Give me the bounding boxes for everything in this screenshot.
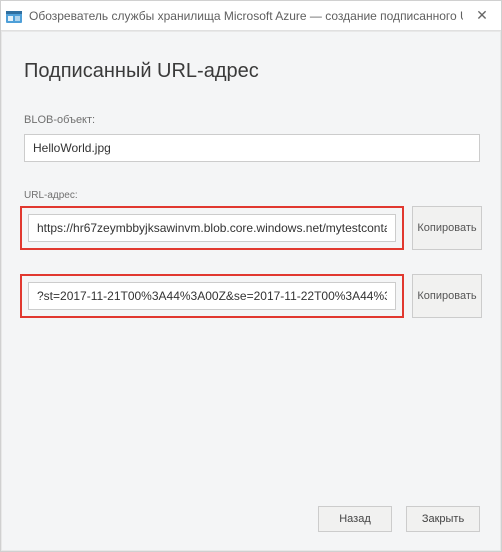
app-icon [5, 7, 23, 25]
blob-label: BLOB-объект: [24, 114, 95, 126]
querystring-row: Копировать [20, 274, 482, 318]
close-button[interactable]: Закрыть [406, 506, 480, 532]
close-icon[interactable]: ✕ [469, 5, 495, 27]
url-field[interactable] [28, 214, 396, 242]
querystring-field[interactable] [28, 282, 396, 310]
querystring-highlight [20, 274, 404, 318]
dialog-body: Подписанный URL-адрес BLOB-объект: URL-а… [1, 31, 501, 551]
titlebar: Обозреватель службы хранилища Microsoft … [1, 1, 501, 31]
url-label: URL-адрес: [24, 190, 78, 201]
window-title: Обозреватель службы хранилища Microsoft … [29, 9, 463, 23]
page-title: Подписанный URL-адрес [24, 60, 259, 83]
back-button[interactable]: Назад [318, 506, 392, 532]
blob-name-field[interactable] [24, 134, 480, 162]
footer: Назад Закрыть [318, 506, 480, 532]
url-highlight [20, 206, 404, 250]
copy-url-button[interactable]: Копировать [412, 206, 482, 250]
url-row: Копировать [20, 206, 482, 250]
copy-querystring-button[interactable]: Копировать [412, 274, 482, 318]
